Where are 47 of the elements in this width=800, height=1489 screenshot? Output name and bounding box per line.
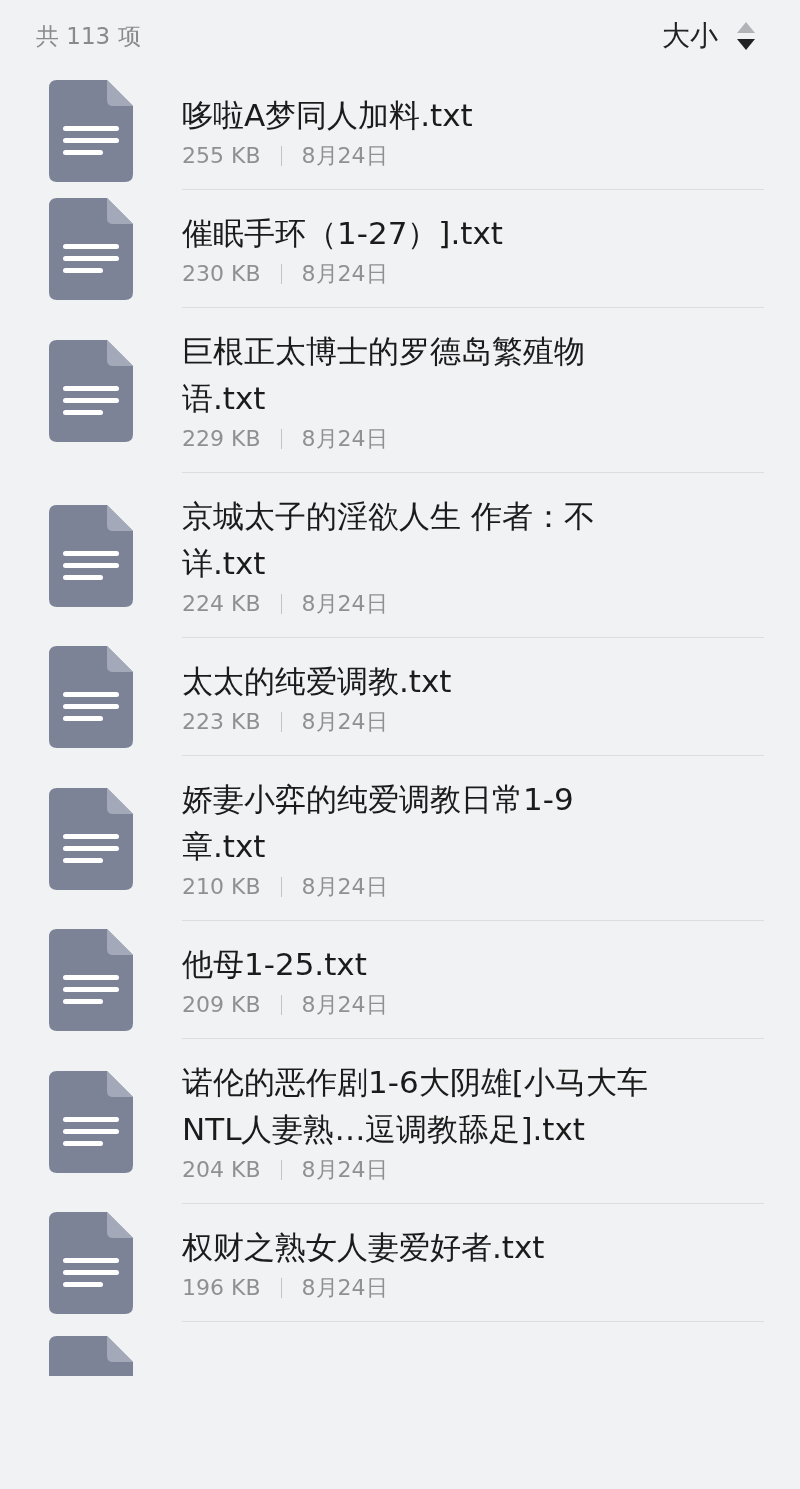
file-size: 223 KB	[182, 708, 261, 736]
file-item[interactable]: 娇妻小弈的纯爱调教日常1-9章.txt 210 KB 8月24日	[182, 756, 764, 921]
file-size: 204 KB	[182, 1156, 261, 1184]
file-size: 196 KB	[182, 1274, 261, 1302]
document-icon	[49, 1212, 133, 1314]
document-icon	[49, 1070, 133, 1173]
file-name: 太太的纯爱调教.txt	[182, 662, 453, 701]
file-size: 210 KB	[182, 873, 261, 901]
file-item[interactable]: 哆啦A梦同人加料.txt 255 KB 8月24日	[182, 72, 764, 190]
file-item[interactable]: 太太的纯爱调教.txt 223 KB 8月24日	[182, 638, 764, 756]
file-name: 巨根正太博士的罗德岛繁殖物语.txt	[182, 332, 586, 418]
document-icon	[49, 198, 133, 300]
file-name: 诺伦的恶作剧1-6大阴雄[小马大车NTL人妻熟…逗调教舔足].txt	[182, 1063, 649, 1149]
document-icon	[49, 929, 133, 1031]
file-name: 娇妻小弈的纯爱调教日常1-9章.txt	[182, 780, 575, 866]
file-date: 8月24日	[301, 142, 388, 170]
document-icon	[49, 646, 133, 748]
file-item[interactable]: 他母1-25.txt 209 KB 8月24日	[182, 921, 764, 1039]
document-icon	[49, 339, 133, 442]
sort-button[interactable]: 大小	[662, 17, 756, 55]
file-item[interactable]: 京城太子的淫欲人生 作者：不详.txt 224 KB 8月24日	[182, 473, 764, 638]
file-name: 权财之熟女人妻爱好者.txt	[182, 1228, 546, 1267]
file-date: 8月24日	[301, 1274, 388, 1302]
file-item[interactable]: 催眠手环（1-27）].txt 230 KB 8月24日	[182, 190, 764, 308]
file-date: 8月24日	[301, 425, 388, 453]
file-date: 8月24日	[301, 873, 388, 901]
file-item[interactable]: 巨根正太博士的罗德岛繁殖物语.txt 229 KB 8月24日	[182, 308, 764, 473]
file-size: 229 KB	[182, 425, 261, 453]
file-size: 224 KB	[182, 590, 261, 618]
file-date: 8月24日	[301, 991, 388, 1019]
document-icon	[49, 787, 133, 890]
document-icon	[49, 504, 133, 607]
file-date: 8月24日	[301, 708, 388, 736]
file-name: 哆啦A梦同人加料.txt	[182, 96, 474, 135]
file-date: 8月24日	[301, 260, 388, 288]
file-size: 255 KB	[182, 142, 261, 170]
file-date: 8月24日	[301, 1156, 388, 1184]
file-item[interactable]: 诺伦的恶作剧1-6大阴雄[小马大车NTL人妻熟…逗调教舔足].txt 204 KB 8月24日	[182, 1039, 764, 1204]
file-name: 催眠手环（1-27）].txt	[182, 214, 504, 253]
file-date: 8月24日	[301, 590, 388, 618]
file-size: 209 KB	[182, 991, 261, 1019]
item-count: 共 113 项	[36, 21, 141, 51]
file-size: 230 KB	[182, 260, 261, 288]
file-name: 他母1-25.txt	[182, 945, 368, 984]
file-item[interactable]: 权财之熟女人妻爱好者.txt 196 KB 8月24日	[182, 1204, 764, 1322]
file-name: 京城太子的淫欲人生 作者：不详.txt	[182, 497, 596, 583]
document-icon	[49, 80, 133, 182]
